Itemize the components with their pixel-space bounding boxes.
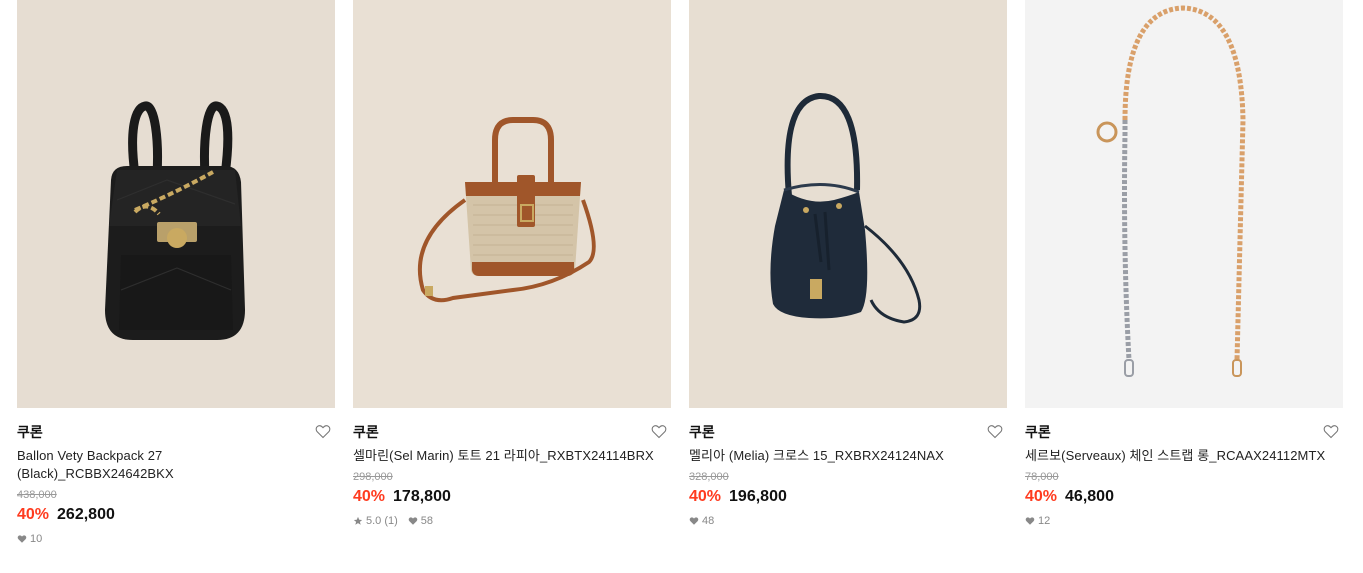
likes-count: 58 [408, 514, 433, 528]
heart-icon[interactable] [1323, 424, 1341, 440]
rating: 5.0 (1) [353, 514, 398, 528]
product-name[interactable]: 셀마린(Sel Marin) 토트 21 라피아_RXBTX24114BRX [353, 447, 671, 465]
sale-price: 262,800 [57, 506, 115, 523]
product-brand: 쿠론 [17, 424, 43, 440]
sale-price: 46,800 [1065, 488, 1114, 505]
likes-count: 48 [689, 514, 714, 528]
heart-filled-icon [17, 535, 27, 543]
discount-rate: 40% [353, 488, 386, 505]
rating-value: 5.0 (1) [366, 515, 398, 527]
product-brand: 쿠론 [353, 424, 379, 440]
likes-value: 10 [30, 533, 43, 545]
discount-rate: 40% [689, 488, 722, 505]
likes-count: 12 [1025, 514, 1050, 528]
original-price: 438,000 [17, 489, 57, 501]
bucket-bag-image [689, 0, 1007, 408]
product-name[interactable]: 세르보(Serveaux) 체인 스트랩 롱_RCAAX24112MTX [1025, 447, 1343, 465]
star-icon [353, 516, 363, 525]
product-grid: 쿠론 Ballon Vety Backpack 27 (Black)_RCBBX… [17, 0, 1343, 546]
heart-filled-icon [408, 517, 418, 525]
product-card[interactable]: 쿠론 셀마린(Sel Marin) 토트 21 라피아_RXBTX24114BR… [353, 0, 671, 546]
product-image[interactable] [353, 0, 671, 408]
backpack-image [17, 0, 335, 408]
original-price: 328,000 [689, 471, 729, 483]
likes-value: 48 [702, 515, 715, 527]
heart-icon[interactable] [651, 424, 669, 440]
likes-value: 12 [1038, 515, 1051, 527]
product-card[interactable]: 쿠론 세르보(Serveaux) 체인 스트랩 롱_RCAAX24112MTX … [1025, 0, 1343, 546]
heart-filled-icon [689, 517, 699, 525]
discount-rate: 40% [1025, 488, 1058, 505]
chain-strap-image [1025, 0, 1343, 408]
product-card[interactable]: 쿠론 Ballon Vety Backpack 27 (Black)_RCBBX… [17, 0, 335, 546]
original-price: 78,000 [1025, 471, 1059, 483]
original-price: 298,000 [353, 471, 393, 483]
likes-value: 58 [420, 515, 434, 527]
product-image[interactable] [1025, 0, 1343, 408]
discount-rate: 40% [17, 506, 50, 523]
product-brand: 쿠론 [689, 424, 715, 440]
heart-filled-icon [1025, 517, 1035, 525]
product-name[interactable]: 멜리아 (Melia) 크로스 15_RXBRX24124NAX [689, 447, 1007, 465]
product-brand: 쿠론 [1025, 424, 1051, 440]
product-image[interactable] [17, 0, 335, 408]
heart-icon[interactable] [987, 424, 1005, 440]
sale-price: 178,800 [393, 488, 451, 505]
product-name[interactable]: Ballon Vety Backpack 27 (Black)_RCBBX246… [17, 447, 217, 483]
product-image[interactable] [689, 0, 1007, 408]
tote-image [353, 0, 671, 408]
sale-price: 196,800 [729, 488, 787, 505]
heart-icon[interactable] [315, 424, 333, 440]
product-card[interactable]: 쿠론 멜리아 (Melia) 크로스 15_RXBRX24124NAX 328,… [689, 0, 1007, 546]
likes-count: 10 [17, 532, 42, 546]
